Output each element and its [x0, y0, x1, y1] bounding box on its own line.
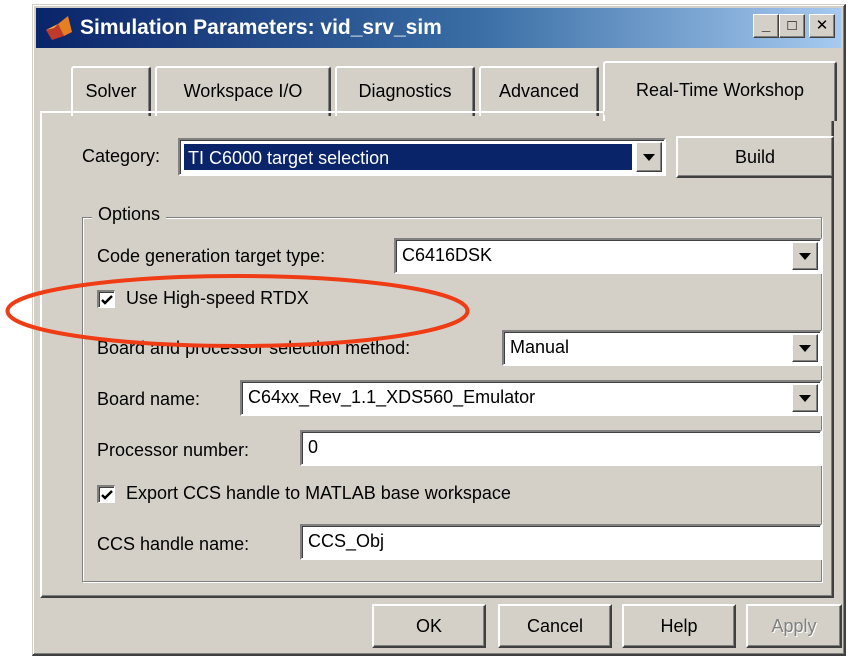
- ok-button-label: OK: [415, 616, 442, 636]
- tab-label: Solver: [85, 81, 137, 101]
- tab-label: Workspace I/O: [183, 81, 303, 101]
- chevron-down-icon[interactable]: [792, 334, 818, 362]
- cancel-button-label: Cancel: [526, 616, 584, 636]
- tab-solver[interactable]: Solver: [71, 66, 151, 116]
- rtdx-label[interactable]: Use High-speed RTDX: [126, 288, 309, 309]
- close-icon: ✕: [815, 17, 829, 34]
- build-button-label: Build: [734, 147, 776, 167]
- ok-button[interactable]: OK: [372, 604, 486, 648]
- active-tab-joint: [604, 111, 834, 115]
- board-name-value: C64xx_Rev_1.1_XDS560_Emulator: [248, 387, 536, 407]
- chevron-down-icon[interactable]: [636, 142, 662, 172]
- tab-label: Advanced: [498, 81, 580, 101]
- minimize-button[interactable]: _: [753, 14, 779, 38]
- board-name-label: Board name:: [97, 389, 201, 409]
- chevron-down-icon[interactable]: [792, 384, 818, 412]
- export-ccs-label[interactable]: Export CCS handle to MATLAB base workspa…: [126, 483, 511, 504]
- code-gen-target-dropdown[interactable]: C6416DSK: [394, 238, 822, 274]
- category-label: Category:: [82, 146, 161, 166]
- code-gen-target-label: Code generation target type:: [97, 246, 326, 266]
- tab-label: Real-Time Workshop: [635, 80, 805, 100]
- export-ccs-checkbox[interactable]: [97, 485, 115, 503]
- tab-label: Diagnostics: [358, 81, 452, 101]
- matlab-logo-icon: [46, 16, 72, 40]
- ccs-handle-name-value: CCS_Obj: [308, 531, 385, 551]
- ccs-handle-name-label: CCS handle name:: [97, 534, 250, 554]
- help-button[interactable]: Help: [622, 604, 736, 648]
- apply-button[interactable]: Apply: [746, 604, 842, 648]
- tab-advanced[interactable]: Advanced: [479, 66, 599, 116]
- tab-workspace-io[interactable]: Workspace I/O: [155, 66, 331, 116]
- title-bar[interactable]: Simulation Parameters: vid_srv_sim _ □ ✕: [36, 8, 841, 48]
- chevron-down-icon[interactable]: [792, 242, 818, 270]
- checkmark-icon: [101, 490, 113, 500]
- checkmark-icon: [101, 295, 113, 305]
- help-button-label: Help: [660, 616, 698, 636]
- board-name-dropdown[interactable]: C64xx_Rev_1.1_XDS560_Emulator: [240, 380, 822, 416]
- rtdx-checkbox[interactable]: [97, 290, 115, 308]
- options-group-label: Options: [92, 204, 167, 225]
- board-method-label: Board and processor selection method:: [97, 338, 411, 358]
- minimize-icon: _: [761, 17, 771, 34]
- maximize-button[interactable]: □: [779, 14, 805, 38]
- board-method-dropdown[interactable]: Manual: [502, 330, 822, 366]
- build-button[interactable]: Build: [676, 136, 834, 178]
- cancel-button[interactable]: Cancel: [498, 604, 612, 648]
- tab-diagnostics[interactable]: Diagnostics: [335, 66, 475, 116]
- apply-button-label: Apply: [771, 616, 817, 636]
- category-dropdown[interactable]: TI C6000 target selection: [178, 138, 666, 176]
- processor-number-input[interactable]: 0: [300, 430, 822, 466]
- window-title: Simulation Parameters: vid_srv_sim: [80, 16, 442, 39]
- board-method-value: Manual: [510, 337, 570, 357]
- processor-number-value: 0: [308, 437, 319, 457]
- close-button[interactable]: ✕: [809, 14, 835, 38]
- maximize-icon: □: [787, 17, 797, 34]
- category-selected-value: TI C6000 target selection: [184, 144, 632, 170]
- code-gen-target-value: C6416DSK: [402, 245, 493, 265]
- ccs-handle-name-input[interactable]: CCS_Obj: [300, 524, 822, 560]
- processor-number-label: Processor number:: [97, 440, 250, 460]
